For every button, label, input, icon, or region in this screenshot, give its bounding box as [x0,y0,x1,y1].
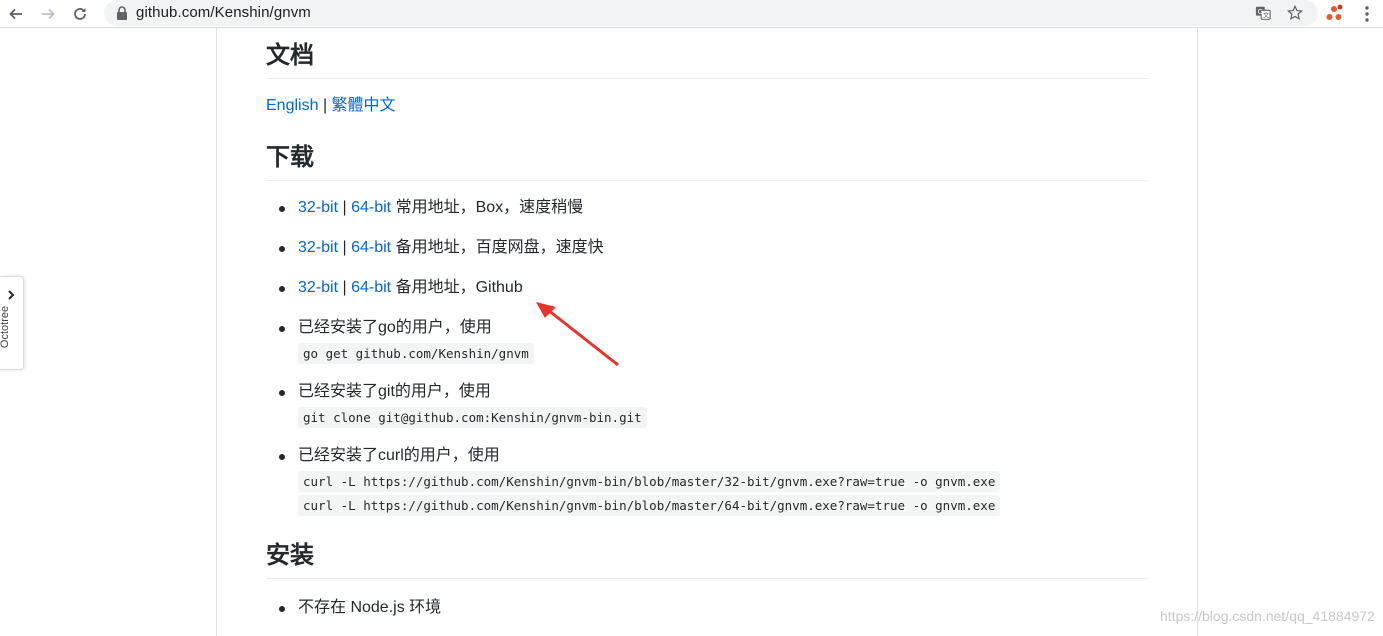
docs-language-links: English | 繁體中文 [266,94,396,118]
forward-icon[interactable] [38,4,58,24]
translate-icon[interactable]: G文 [1254,4,1272,22]
code-git-clone: git clone git@github.com:Kenshin/gnvm-bi… [298,407,647,428]
code-curl-64bit: curl -L https://github.com/Kenshin/gnvm-… [298,495,1001,516]
traditional-chinese-link[interactable]: 繁體中文 [332,97,396,114]
extension-icon[interactable] [1325,4,1343,22]
bullet [279,454,285,460]
octotree-label: Octotree [0,305,12,349]
item-description: 备用地址，百度网盘，速度快 [395,239,604,256]
english-link[interactable]: English [266,97,318,114]
readme-frame: 文档 English | 繁體中文 下载 32-bit | 64-bit 常用地… [216,28,1198,636]
bullet [279,246,285,252]
item-description: 常用地址，Box，速度稍慢 [395,199,584,216]
baidu-32bit-link[interactable]: 32-bit [298,239,338,256]
link-separator: | [342,239,347,256]
link-separator: | [342,199,347,216]
address-bar[interactable]: github.com/Kenshin/gnvm G文 [104,0,1318,26]
lock-icon [117,6,127,20]
bullet [279,326,285,332]
box-64bit-link[interactable]: 64-bit [351,199,391,216]
item-description: 不存在 Node.js 环境 [298,599,442,616]
bullet [279,286,285,292]
link-separator: | [342,279,347,296]
github-64bit-link[interactable]: 64-bit [351,279,391,296]
docs-heading: 文档 [266,40,1148,79]
item-description: 已经安装了go的用户，使用 [298,319,492,336]
install-heading: 安装 [266,540,1148,579]
code-curl-32bit: curl -L https://github.com/Kenshin/gnvm-… [298,471,1001,492]
bullet [279,206,285,212]
reload-icon[interactable] [70,4,90,24]
github-32bit-link[interactable]: 32-bit [298,279,338,296]
annotation-arrow [536,302,619,367]
svg-text:文: 文 [1263,11,1270,19]
url-text: github.com/Kenshin/gnvm [136,4,311,21]
bullet [279,390,285,396]
menu-icon[interactable] [1365,6,1369,22]
browser-toolbar: github.com/Kenshin/gnvm G文 [0,0,1383,28]
link-separator: | [322,97,328,114]
item-description: 备用地址，Github [395,279,523,296]
item-description: 已经安装了git的用户，使用 [298,383,491,400]
box-32bit-link[interactable]: 32-bit [298,199,338,216]
octotree-toggle[interactable]: Octotree [0,276,24,370]
baidu-64bit-link[interactable]: 64-bit [351,239,391,256]
download-heading: 下载 [266,142,1148,181]
bullet [279,606,285,612]
back-icon[interactable] [6,4,26,24]
watermark-text: https://blog.csdn.net/qq_41884972 [1160,608,1375,624]
code-go-get: go get github.com/Kenshin/gnvm [298,343,534,364]
bookmark-star-icon[interactable] [1286,4,1304,22]
chevron-right-icon [8,290,15,300]
item-description: 已经安装了curl的用户，使用 [298,447,500,464]
